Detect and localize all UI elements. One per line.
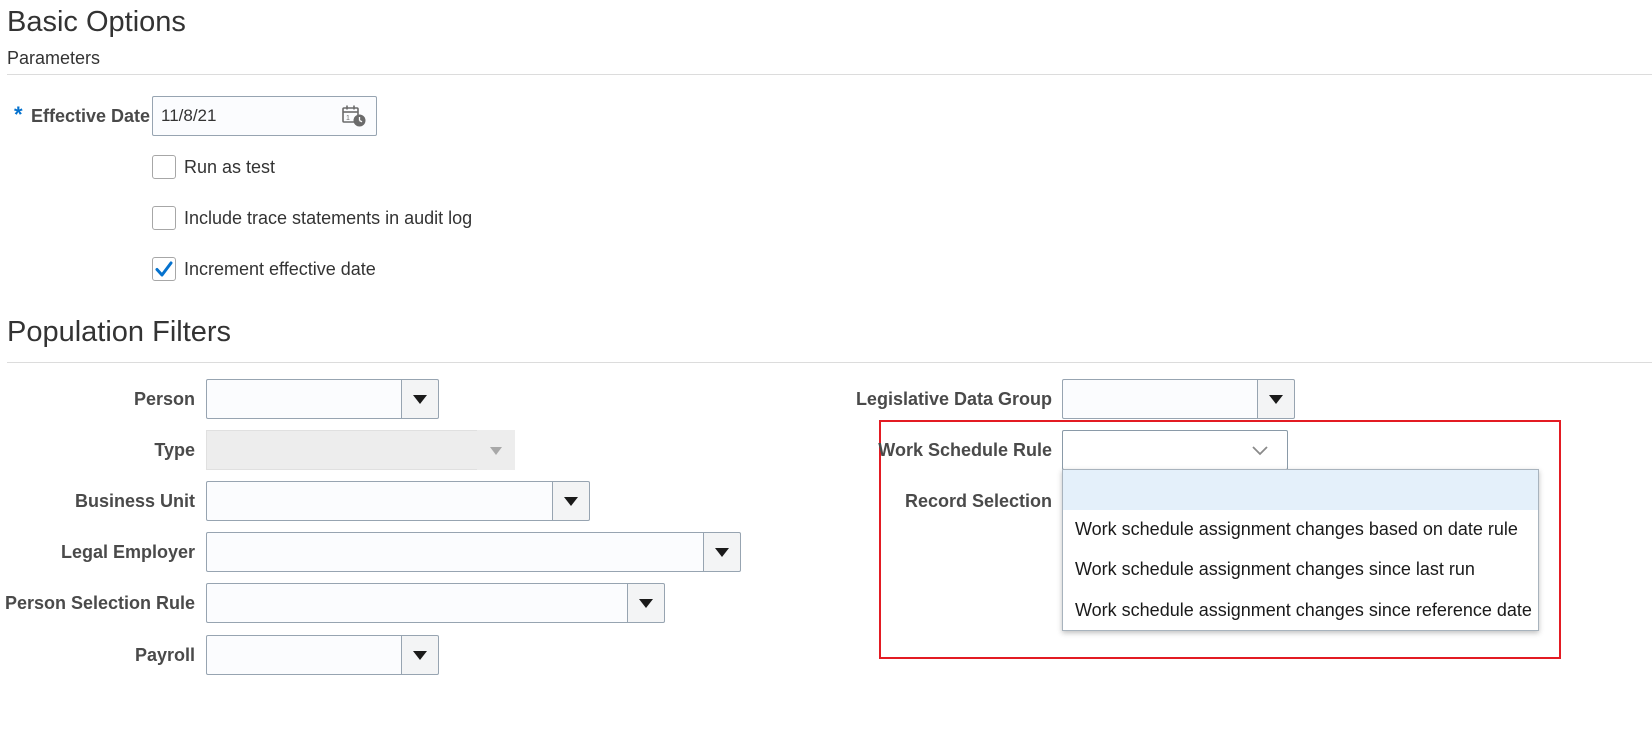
- record-selection-label: Record Selection: [904, 491, 1052, 511]
- legal-employer-input[interactable]: [206, 532, 704, 572]
- legal-employer-dropdown-button[interactable]: [703, 532, 741, 572]
- include-trace-checkbox[interactable]: [152, 206, 176, 230]
- effective-date-value: 11/8/21: [161, 106, 217, 125]
- work-schedule-rule-label: Work Schedule Rule: [878, 440, 1052, 460]
- payroll-input[interactable]: [206, 635, 402, 675]
- business-unit-label: Business Unit: [74, 491, 195, 511]
- increment-effective-date-checkbox[interactable]: [152, 257, 176, 281]
- payroll-label: Payroll: [134, 645, 195, 665]
- svg-text:1: 1: [346, 115, 350, 122]
- triangle-down-icon: [564, 497, 578, 506]
- effective-date-label: Effective Date: [31, 106, 151, 126]
- person-label: Person: [133, 389, 195, 409]
- work-schedule-rule-option-date-rule[interactable]: Work schedule assignment changes based o…: [1063, 509, 1538, 549]
- business-unit-input[interactable]: [206, 481, 553, 521]
- triangle-down-icon: [413, 651, 427, 660]
- type-label: Type: [154, 440, 195, 460]
- increment-effective-date-label: Increment effective date: [184, 259, 376, 279]
- work-schedule-rule-select[interactable]: [1062, 430, 1288, 470]
- run-as-test-checkbox[interactable]: [152, 155, 176, 179]
- calendar-icon[interactable]: 1: [341, 104, 367, 128]
- person-dropdown-button[interactable]: [401, 379, 439, 419]
- required-marker: *: [14, 102, 23, 127]
- effective-date-input[interactable]: 11/8/21 1: [152, 96, 377, 136]
- work-schedule-rule-option-blank[interactable]: [1063, 470, 1538, 510]
- legislative-data-group-label: Legislative Data Group: [855, 389, 1052, 409]
- payroll-dropdown-button[interactable]: [401, 635, 439, 675]
- work-schedule-rule-options-list: Work schedule assignment changes based o…: [1062, 469, 1539, 631]
- legislative-data-group-dropdown-button[interactable]: [1257, 379, 1295, 419]
- legislative-data-group-input[interactable]: [1062, 379, 1258, 419]
- triangle-down-icon: [1269, 395, 1283, 404]
- legal-employer-label: Legal Employer: [60, 542, 195, 562]
- parameters-heading: Parameters: [7, 48, 101, 68]
- parameters-divider: [7, 74, 1652, 75]
- type-input: [206, 430, 478, 470]
- run-as-test-label: Run as test: [184, 157, 276, 177]
- checkmark-icon: [155, 261, 173, 277]
- work-schedule-rule-option-last-run[interactable]: Work schedule assignment changes since l…: [1063, 549, 1538, 589]
- person-selection-rule-dropdown-button[interactable]: [627, 583, 665, 623]
- person-selection-rule-input[interactable]: [206, 583, 628, 623]
- basic-options-title: Basic Options: [7, 6, 186, 38]
- population-filters-title: Population Filters: [7, 316, 232, 348]
- include-trace-label: Include trace statements in audit log: [184, 208, 473, 228]
- chevron-down-icon[interactable]: [1251, 443, 1269, 457]
- triangle-down-icon: [490, 447, 502, 455]
- type-dropdown-button: [477, 430, 515, 470]
- population-filters-divider: [7, 362, 1652, 363]
- effective-date-label-group: * Effective Date: [14, 102, 150, 128]
- business-unit-dropdown-button[interactable]: [552, 481, 590, 521]
- triangle-down-icon: [413, 395, 427, 404]
- person-input[interactable]: [206, 379, 402, 419]
- person-selection-rule-label: Person Selection Rule: [4, 593, 195, 613]
- work-schedule-rule-option-reference-date[interactable]: Work schedule assignment changes since r…: [1063, 590, 1538, 630]
- triangle-down-icon: [715, 548, 729, 557]
- triangle-down-icon: [639, 599, 653, 608]
